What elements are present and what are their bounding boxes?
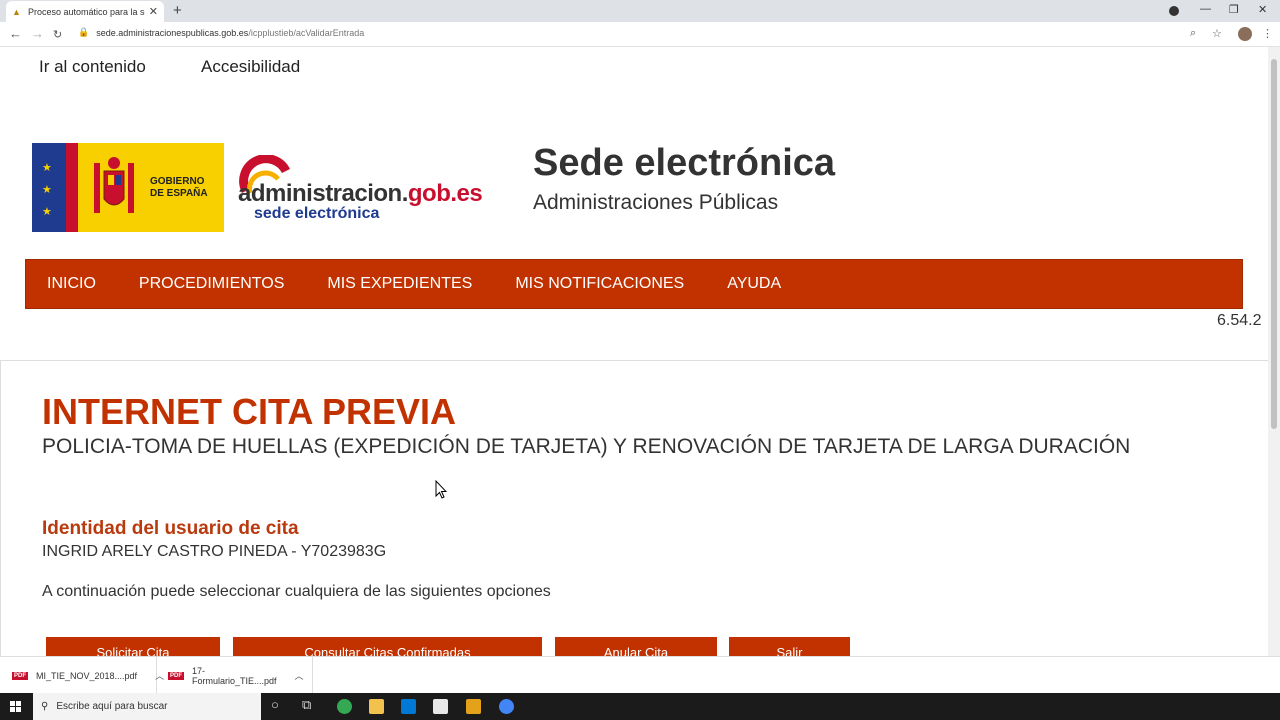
url-field[interactable]: 🔒 sede.administracionespublicas.gob.es/i…: [78, 27, 364, 38]
search-icon: ⚲: [41, 701, 49, 712]
browser-tab-bar: ▲ Proceso automático para la solicitud ✕…: [0, 0, 1280, 22]
options-hint: A continuación puede seleccionar cualqui…: [42, 583, 551, 600]
chevron-up-icon[interactable]: ︿: [295, 669, 304, 682]
store-icon[interactable]: [433, 699, 448, 714]
gov-label-1: GOBIERNO: [150, 175, 205, 187]
new-tab-button[interactable]: +: [173, 2, 182, 19]
administracion-logo: administracion.gob.es sede electrónica: [224, 143, 512, 232]
gobierno-de-espana-logo: GOBIERNO DE ESPAÑA: [78, 143, 224, 232]
downloads-bar: PDF MI_TIE_NOV_2018....pdf ︿ PDF 17-Form…: [0, 656, 1280, 694]
task-view-icon[interactable]: ⧉: [302, 697, 311, 713]
anular-cita-button[interactable]: Anular Cita: [555, 637, 717, 656]
taskbar-search[interactable]: ⚲ Escribe aquí para buscar: [33, 693, 261, 720]
brand-main: administracion.: [238, 180, 408, 207]
procedure-title: POLICIA-TOMA DE HUELLAS (EXPEDICIÓN DE T…: [42, 435, 1131, 458]
chevron-up-icon[interactable]: ︿: [155, 669, 164, 682]
version-label: 6.54.2: [1217, 312, 1262, 329]
accessibility-link[interactable]: Accesibilidad: [201, 57, 300, 77]
url-path: /icpplustieb/acValidarEntrada: [248, 27, 365, 38]
restore-icon[interactable]: ❐: [1229, 3, 1239, 16]
browser-tab[interactable]: ▲ Proceso automático para la solicitud ✕: [6, 1, 164, 22]
skip-to-content-link[interactable]: Ir al contenido: [39, 57, 146, 77]
download-item[interactable]: PDF 17-Formulario_TIE....pdf ︿: [168, 657, 313, 694]
nav-mis-notificaciones[interactable]: MIS NOTIFICACIONES: [515, 275, 684, 293]
pdf-file-icon: PDF: [12, 671, 28, 680]
salir-button[interactable]: Salir: [729, 637, 850, 656]
reload-icon[interactable]: ↻: [53, 28, 62, 41]
web-page: Ir al contenido Accesibilidad ★ ★ ★ GOBI…: [0, 47, 1268, 656]
search-placeholder: Escribe aquí para buscar: [56, 701, 168, 712]
close-tab-icon[interactable]: ✕: [149, 5, 158, 18]
back-icon[interactable]: ←: [9, 26, 22, 41]
identity-value: INGRID ARELY CASTRO PINEDA - Y7023983G: [42, 543, 387, 560]
nav-inicio[interactable]: INICIO: [47, 275, 96, 293]
windows-start-icon[interactable]: [10, 701, 21, 712]
site-title: Sede electrónica: [533, 142, 836, 184]
solicitar-cita-button[interactable]: Solicitar Cita: [46, 637, 220, 656]
site-favicon-icon: ▲: [12, 6, 21, 17]
download-item[interactable]: PDF MI_TIE_NOV_2018....pdf ︿: [12, 657, 164, 694]
mail-icon[interactable]: [401, 699, 416, 714]
chrome-icon[interactable]: [337, 699, 352, 714]
forward-icon[interactable]: →: [31, 26, 44, 41]
brand-gob: gob.es: [407, 180, 483, 207]
download-filename: MI_TIE_NOV_2018....pdf: [36, 670, 138, 681]
app-icon[interactable]: [466, 699, 481, 714]
zoom-icon[interactable]: ⌕: [1190, 27, 1196, 40]
cortana-icon[interactable]: ○: [271, 697, 279, 712]
nav-mis-expedientes[interactable]: MIS EXPEDIENTES: [327, 275, 472, 293]
header-banner[interactable]: ★ ★ ★ GOBIERNO DE ESPAÑA administracion.…: [32, 143, 512, 232]
chrome-active-icon[interactable]: [499, 699, 514, 714]
minimize-icon[interactable]: —: [1200, 3, 1211, 15]
main-nav: INICIO PROCEDIMIENTOS MIS EXPEDIENTES MI…: [25, 259, 1243, 309]
close-window-icon[interactable]: ✕: [1258, 3, 1267, 16]
lock-icon: 🔒: [78, 27, 90, 37]
file-explorer-icon[interactable]: [369, 699, 384, 714]
nav-procedimientos[interactable]: PROCEDIMIENTOS: [139, 275, 285, 293]
download-filename: 17-Formulario_TIE....pdf: [192, 665, 277, 686]
mouse-cursor-icon: [435, 480, 447, 499]
site-subtitle: Administraciones Públicas: [533, 191, 779, 214]
pdf-file-icon: PDF: [168, 671, 184, 680]
tab-title: Proceso automático para la solicitud: [28, 6, 145, 17]
nav-ayuda[interactable]: AYUDA: [727, 275, 781, 293]
tab-search-icon[interactable]: [1169, 6, 1179, 16]
menu-dots-icon[interactable]: ⋮: [1262, 27, 1273, 40]
page-title: INTERNET CITA PREVIA: [42, 391, 457, 432]
gov-label-2: DE ESPAÑA: [150, 187, 208, 199]
page-scrollbar[interactable]: [1268, 47, 1280, 656]
address-bar: ← → ↻ 🔒 sede.administracionespublicas.go…: [0, 22, 1280, 47]
brand-sub: sede electrónica: [254, 205, 380, 222]
coat-of-arms-icon: [94, 156, 134, 213]
url-domain: sede.administracionespublicas.gob.es: [96, 27, 249, 38]
profile-avatar[interactable]: [1238, 27, 1252, 41]
windows-taskbar: ⚲ Escribe aquí para buscar ○ ⧉: [0, 693, 1280, 720]
main-content: INTERNET CITA PREVIA POLICIA-TOMA DE HUE…: [0, 360, 1268, 656]
consultar-citas-button[interactable]: Consultar Citas Confirmadas: [233, 637, 542, 656]
flag-stripe: [66, 143, 78, 232]
bookmark-star-icon[interactable]: ☆: [1212, 27, 1222, 40]
identity-heading: Identidad del usuario de cita: [42, 518, 299, 539]
eu-flag-icon: ★ ★ ★: [32, 143, 66, 232]
scrollbar-thumb[interactable]: [1271, 59, 1277, 429]
